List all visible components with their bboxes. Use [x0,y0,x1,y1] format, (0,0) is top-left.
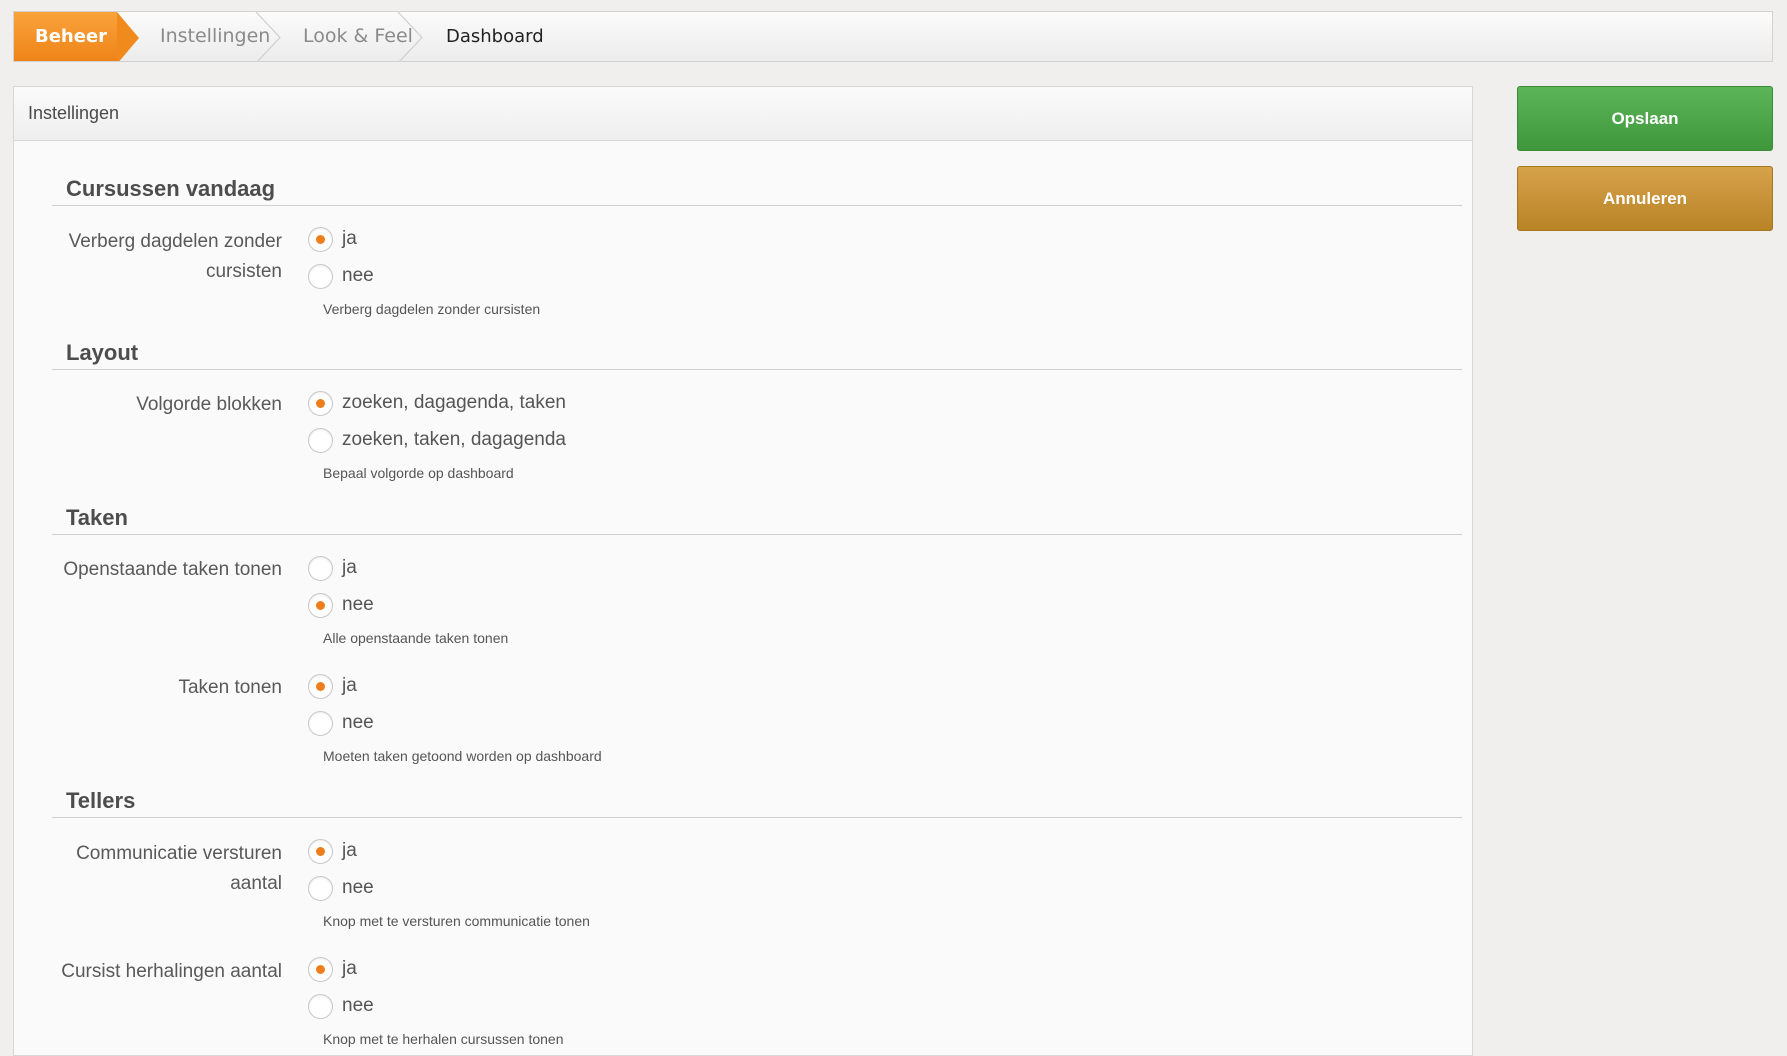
field-label-taken-tonen: Taken tonen [178,677,282,698]
radio-communicatie-ja[interactable]: ja [308,836,357,866]
radio-openstaande-nee[interactable]: nee [308,590,374,620]
field-label-communicatie: Communicatie versturen aantal [76,843,282,894]
radio-checked-icon[interactable] [308,956,333,982]
radio-volgorde-optie-1[interactable]: zoeken, dagagenda, taken [308,388,566,418]
radio-label: nee [342,712,374,733]
breadcrumb-separator-icon [254,12,282,61]
radio-openstaande-ja[interactable]: ja [308,553,357,583]
breadcrumb-separator-icon [396,12,424,61]
radio-taken-tonen-ja[interactable]: ja [308,671,357,701]
field-label-verberg-dagdelen: Verberg dagdelen zonder cursisten [68,231,282,282]
radio-unchecked-icon[interactable] [308,555,333,581]
radio-herhalingen-nee[interactable]: nee [308,991,374,1021]
radio-checked-icon[interactable] [308,673,333,699]
save-button[interactable]: Opslaan [1517,86,1773,151]
field-label-openstaande-taken: Openstaande taken tonen [63,559,282,580]
radio-unchecked-icon[interactable] [308,993,333,1019]
radio-herhalingen-ja[interactable]: ja [308,954,357,984]
radio-label: nee [342,877,374,898]
field-label-herhalingen: Cursist herhalingen aantal [61,961,282,982]
radio-unchecked-icon[interactable] [308,427,333,453]
settings-panel: Instellingen Cursussen vandaag Verberg d… [13,86,1473,1056]
help-text-herhalingen: Knop met te herhalen cursussen tonen [323,1031,564,1047]
radio-unchecked-icon[interactable] [308,263,333,289]
radio-label: zoeken, dagagenda, taken [342,392,566,413]
radio-label: nee [342,265,374,286]
radio-verberg-nee[interactable]: nee [308,261,374,291]
radio-label: ja [342,675,357,696]
section-title-taken: Taken [52,505,1462,535]
breadcrumb: Beheer Instellingen Look & Feel Dashboar… [13,11,1773,62]
panel-title: Instellingen [14,87,1472,141]
field-label-volgorde-blokken: Volgorde blokken [136,394,282,415]
radio-label: ja [342,840,357,861]
radio-unchecked-icon[interactable] [308,875,333,901]
help-text-communicatie: Knop met te versturen communicatie tonen [323,913,590,929]
radio-label: ja [342,228,357,249]
radio-taken-tonen-nee[interactable]: nee [308,708,374,738]
radio-checked-icon[interactable] [308,838,333,864]
radio-volgorde-optie-2[interactable]: zoeken, taken, dagagenda [308,425,566,455]
radio-label: zoeken, taken, dagagenda [342,429,566,450]
section-title-tellers: Tellers [52,788,1462,818]
radio-communicatie-nee[interactable]: nee [308,873,374,903]
radio-checked-icon[interactable] [308,592,333,618]
breadcrumb-item-dashboard: Dashboard [446,26,544,47]
radio-label: ja [342,958,357,979]
section-title-cursussen-vandaag: Cursussen vandaag [52,176,1462,206]
radio-label: nee [342,594,374,615]
radio-label: nee [342,995,374,1016]
radio-checked-icon[interactable] [308,390,333,416]
radio-unchecked-icon[interactable] [308,710,333,736]
radio-verberg-ja[interactable]: ja [308,224,357,254]
radio-checked-icon[interactable] [308,226,333,252]
help-text-verberg: Verberg dagdelen zonder cursisten [323,301,541,317]
help-text-taken-tonen: Moeten taken getoond worden op dashboard [323,748,602,764]
radio-label: ja [342,557,357,578]
help-text-volgorde: Bepaal volgorde op dashboard [323,465,514,481]
help-text-openstaande: Alle openstaande taken tonen [323,630,509,646]
section-title-layout: Layout [52,340,1462,370]
breadcrumb-item-beheer[interactable]: Beheer [14,12,139,61]
cancel-button[interactable]: Annuleren [1517,166,1773,231]
